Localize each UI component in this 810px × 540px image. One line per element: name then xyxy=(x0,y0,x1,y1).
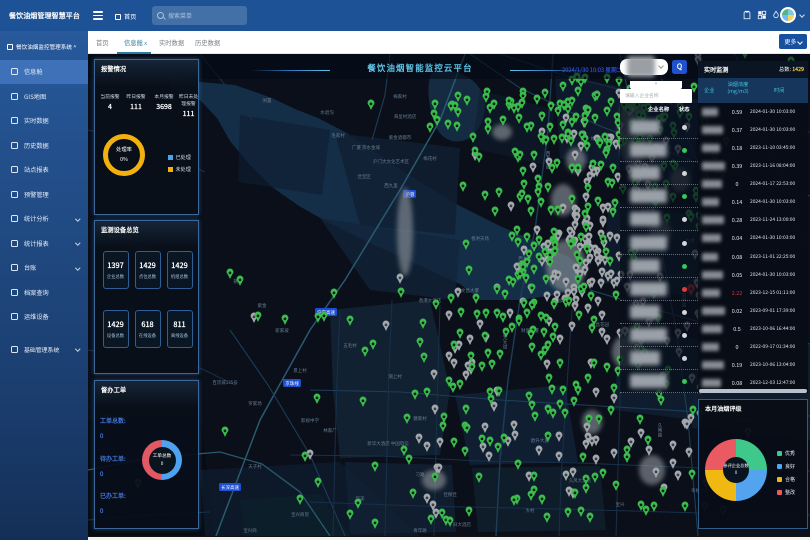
svg-text:佳保佳: 佳保佳 xyxy=(443,491,457,498)
svg-text:紫金酒都市: 紫金酒都市 xyxy=(389,134,412,141)
svg-text:毛家村: 毛家村 xyxy=(331,132,345,139)
svg-text:文昌大厦: 文昌大厦 xyxy=(461,287,479,294)
svg-text:广厦 宗水金城: 广厦 宗水金城 xyxy=(352,144,381,151)
svg-text:西九里: 西九里 xyxy=(384,182,398,189)
svg-text:林家厂: 林家厂 xyxy=(323,427,337,434)
svg-text:新家坡: 新家坡 xyxy=(275,327,289,334)
svg-text:久南路: 久南路 xyxy=(657,422,663,438)
svg-text:宝兴商: 宝兴商 xyxy=(243,527,257,534)
svg-text:五毛村: 五毛村 xyxy=(343,342,357,349)
svg-text:宝兴商贸: 宝兴商贸 xyxy=(291,511,309,518)
svg-text:百货城135号: 百货城135号 xyxy=(212,379,238,386)
svg-text:影视中学: 影视中学 xyxy=(301,417,319,424)
svg-text:梅花村: 梅花村 xyxy=(423,155,437,162)
svg-text:紫金: 紫金 xyxy=(258,302,267,309)
svg-text:糖家村: 糖家村 xyxy=(413,415,427,422)
svg-text:大村: 大村 xyxy=(526,507,535,514)
svg-text:景上村: 景上村 xyxy=(293,367,307,374)
svg-text:佳宝区: 佳宝区 xyxy=(357,173,371,180)
svg-text:水退沟: 水退沟 xyxy=(320,109,334,116)
svg-text:梅家村: 梅家村 xyxy=(393,93,407,100)
svg-text:沪门大文化艺术区: 沪门大文化艺术区 xyxy=(373,158,409,165)
svg-text:旧大酒店: 旧大酒店 xyxy=(453,521,471,528)
svg-text:罗家场: 罗家场 xyxy=(248,400,262,407)
svg-text:京珠线: 京珠线 xyxy=(285,380,299,387)
svg-text:宝兴: 宝兴 xyxy=(616,501,625,508)
svg-text:天子村: 天子村 xyxy=(248,463,262,470)
svg-text:青年路: 青年路 xyxy=(413,527,427,534)
svg-text:潮上村: 潮上村 xyxy=(388,373,402,380)
svg-text:海呈村酒店: 海呈村酒店 xyxy=(394,113,417,120)
svg-text:闲置: 闲置 xyxy=(263,97,272,104)
svg-text:长深高速: 长深高速 xyxy=(221,484,239,491)
svg-text:香洪天场: 香洪天场 xyxy=(471,235,489,242)
